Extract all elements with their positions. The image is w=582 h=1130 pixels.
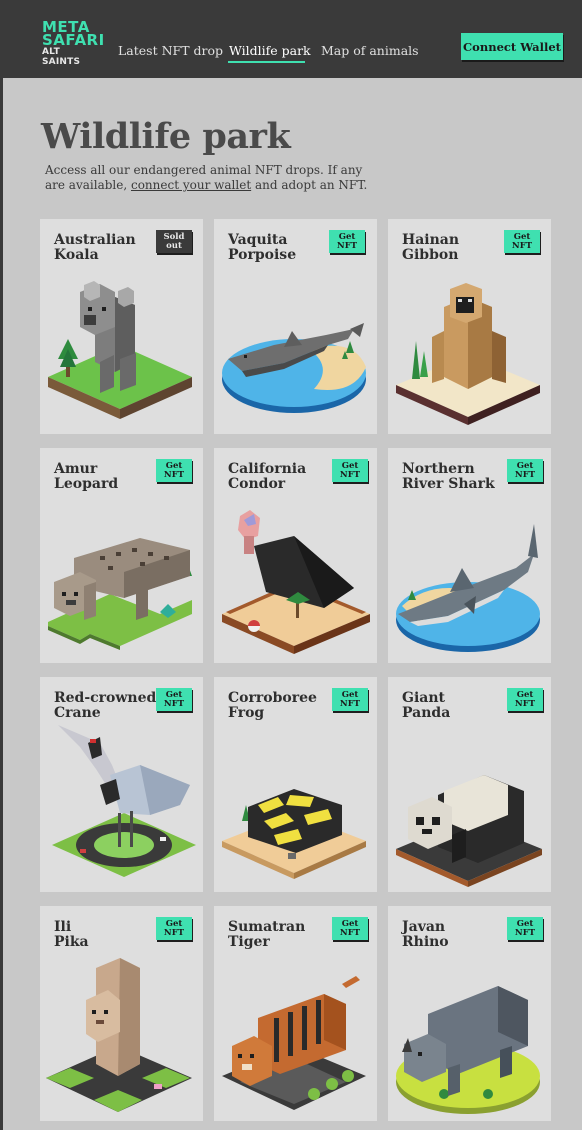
badge-line-2: NFT [514,927,536,938]
animal-card-california-condor[interactable]: California Condor Get NFT [214,448,377,663]
animal-name-line-2: Porpoise [228,246,297,263]
animal-card-ili-pika[interactable]: Ili Pika Get NFT [40,906,203,1121]
badge-line-2: NFT [339,469,361,480]
animal-name-line-1: Hainan [402,232,460,248]
animal-name-line-1: Corroboree [228,690,317,706]
animal-name-line-1: Sumatran [228,919,306,935]
get-nft-button[interactable]: Get NFT [332,917,368,940]
animal-name-line-2: Pika [54,933,89,950]
get-nft-button[interactable]: Get NFT [156,688,192,711]
animal-name-line-1: Ili [54,919,72,935]
animal-name-line-2: River Shark [402,475,495,492]
gibbon-illustration [396,283,540,425]
animal-name-line-2: Koala [54,246,99,263]
animal-name: Javan Rhino [402,920,498,949]
pika-illustration [46,958,192,1112]
page-description: Access all our endangered animal NFT dro… [45,163,375,193]
animal-card-northern-river-shark[interactable]: Northern River Shark Get NFT [388,448,551,663]
animal-name: Amur Leopard [54,462,150,491]
animal-card-corroboree-frog[interactable]: Corroboree Frog Get NFT [214,677,377,892]
animal-card-javan-rhino[interactable]: Javan Rhino Get NFT [388,906,551,1121]
animal-name-line-1: Amur [54,461,98,477]
shark-illustration [396,524,540,652]
animal-name-line-1: Vaquita [228,232,288,248]
animal-card-red-crowned-crane[interactable]: Red-crowned Crane Get NFT [40,677,203,892]
get-nft-button[interactable]: Get NFT [156,917,192,940]
animal-name-line-1: Javan [402,919,446,935]
animal-name-line-2: Frog [228,704,265,721]
condor-illustration [222,510,370,654]
get-nft-button[interactable]: Get NFT [332,688,368,711]
badge-line-2: NFT [163,469,185,480]
animal-name: Sumatran Tiger [228,920,324,949]
nav-map-of-animals[interactable]: Map of animals [321,43,419,58]
badge-line-2: NFT [514,469,536,480]
meta-safari-logo[interactable]: META SAFARI ALT SAINTS [42,20,104,68]
badge-line-2: NFT [163,927,185,938]
desc-text-after: and adopt an NFT. [251,178,368,192]
animal-card-amur-leopard[interactable]: Amur Leopard Get NFT [40,448,203,663]
animal-name: Northern River Shark [402,462,498,491]
get-nft-button[interactable]: Get NFT [332,459,368,482]
get-nft-button[interactable]: Get NFT [507,917,543,940]
nav-wildlife-park[interactable]: Wildlife park [229,43,311,58]
animal-name: Corroboree Frog [228,691,324,720]
animal-name-line-2: Rhino [402,933,449,950]
connect-wallet-link[interactable]: connect your wallet [131,178,251,192]
get-nft-button[interactable]: Get NFT [504,230,540,253]
koala-illustration [48,281,192,419]
animal-name: Hainan Gibbon [402,233,498,262]
frog-illustration [222,789,366,879]
animal-name-line-2: Tiger [228,933,270,950]
animal-card-giant-panda[interactable]: Giant Panda Get NFT [388,677,551,892]
badge-line-2: NFT [336,240,358,251]
animal-name-line-2: Crane [54,704,101,721]
animal-name: Giant Panda [402,691,498,720]
vaquita-porpoise-illustration [222,323,366,413]
get-nft-button[interactable]: Get NFT [156,459,192,482]
badge-line-2: NFT [511,240,533,251]
animal-name-line-2: Gibbon [402,246,459,263]
animal-name-line-1: Red-crowned [54,690,157,706]
animal-name: Red-crowned Crane [54,690,157,721]
animal-card-sumatran-tiger[interactable]: Sumatran Tiger Get NFT [214,906,377,1121]
left-edge-strip [0,78,3,1130]
logo-line-3: ALT SAINTS [42,47,81,67]
get-nft-button[interactable]: Get NFT [329,230,365,253]
connect-wallet-button[interactable]: Connect Wallet [461,33,563,60]
animal-card-australian-koala[interactable]: Australian Koala Sold out [40,219,203,434]
badge-line-2: NFT [339,698,361,709]
get-nft-button[interactable]: Get NFT [507,459,543,482]
page-title: Wildlife park [41,116,291,157]
crane-illustration [52,725,196,877]
panda-illustration [396,775,542,887]
animal-name-line-1: Giant [402,690,445,706]
sold-out-badge: Sold out [156,230,192,253]
animal-name: Ili Pika [54,920,150,949]
animal-name-line-1: Northern [402,461,475,477]
badge-line-2: NFT [163,698,185,709]
animal-name-line-1: California [228,461,307,477]
animal-name-line-2: Panda [402,704,451,721]
rhino-illustration [396,986,540,1114]
leopard-illustration [48,538,192,650]
badge-line-2: NFT [339,927,361,938]
animal-name: California Condor [228,462,324,491]
badge-line-2: out [166,240,182,251]
animal-name: Vaquita Porpoise [228,233,324,262]
logo-line-2: SAFARI [42,31,105,49]
animal-card-hainan-gibbon[interactable]: Hainan Gibbon Get NFT [388,219,551,434]
animal-name-line-1: Australian [54,232,136,248]
get-nft-button[interactable]: Get NFT [507,688,543,711]
nav-active-underline [228,61,305,63]
animal-name: Australian Koala [54,233,150,262]
tiger-illustration [222,976,366,1110]
nav-latest-nft-drop[interactable]: Latest NFT drop [118,43,223,58]
site-header: META SAFARI ALT SAINTS Latest NFT drop W… [0,0,582,78]
animal-name-line-2: Leopard [54,475,119,492]
badge-line-2: NFT [514,698,536,709]
animal-name-line-2: Condor [228,475,286,492]
animal-card-vaquita-porpoise[interactable]: Vaquita Porpoise Get NFT [214,219,377,434]
